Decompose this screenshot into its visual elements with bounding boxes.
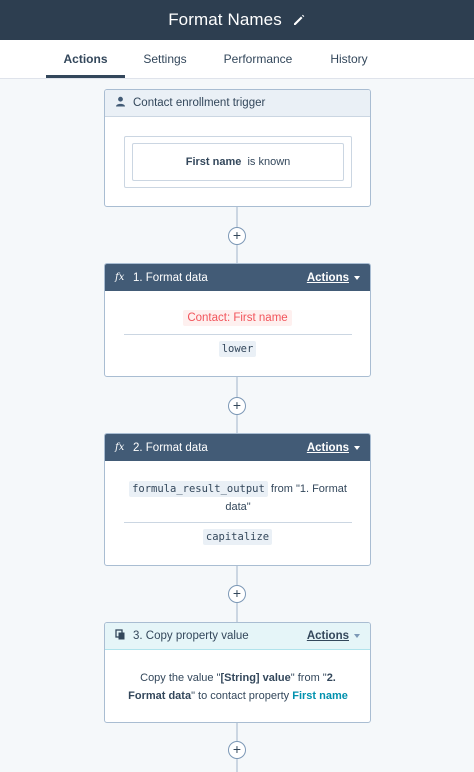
person-icon xyxy=(115,96,127,110)
operation-row: lower xyxy=(105,341,370,357)
actions-dropdown[interactable]: Actions xyxy=(307,272,349,284)
copy-icon xyxy=(115,629,127,643)
active-tab-indicator xyxy=(46,75,125,78)
trigger-title: Contact enrollment trigger xyxy=(133,97,266,109)
chevron-down-icon xyxy=(354,445,360,450)
action-card-format-data-1[interactable]: fx 1. Format data Actions Contact: First… xyxy=(104,263,371,377)
action-card-copy-property[interactable]: 3. Copy property value Actions Copy the … xyxy=(104,622,371,723)
chevron-down-icon xyxy=(354,275,360,280)
action-title: 2. Format data xyxy=(133,441,208,454)
tab-bar: Actions Settings Performance History xyxy=(0,40,474,79)
operation-formula: capitalize xyxy=(202,529,273,545)
target-property: First name xyxy=(292,690,348,702)
filter-property: First name xyxy=(185,156,242,168)
actions-dropdown[interactable]: Actions xyxy=(307,630,349,642)
action-card-header: fx 2. Format data Actions xyxy=(105,434,370,461)
add-action-button[interactable]: + xyxy=(228,741,246,759)
tab-history[interactable]: History xyxy=(316,40,382,78)
workflow-title: Format Names xyxy=(168,10,282,29)
tab-actions[interactable]: Actions xyxy=(46,40,125,78)
action-card-header: fx 1. Format data Actions xyxy=(105,264,370,291)
add-action-button[interactable]: + xyxy=(228,227,246,245)
divider xyxy=(124,334,352,335)
trigger-filter[interactable]: First name is known xyxy=(132,143,344,181)
chevron-down-icon xyxy=(354,634,360,638)
workflow-header: Format Names xyxy=(0,0,474,40)
trigger-filter-group: First name is known xyxy=(124,136,352,188)
add-action-button[interactable]: + xyxy=(228,397,246,415)
fx-icon: fx xyxy=(115,272,125,283)
tab-performance[interactable]: Performance xyxy=(212,40,304,78)
action-title: 3. Copy property value xyxy=(133,630,249,642)
add-action-button[interactable]: + xyxy=(228,585,246,603)
tab-settings[interactable]: Settings xyxy=(130,40,200,78)
enrollment-trigger-card[interactable]: Contact enrollment trigger First name is… xyxy=(104,89,371,207)
filter-condition: is known xyxy=(247,156,291,168)
input-token: formula_result_output xyxy=(129,481,268,497)
operation-row: capitalize xyxy=(105,529,370,545)
input-description: formula_result_output from "1. Format da… xyxy=(123,480,353,516)
trigger-card-header: Contact enrollment trigger xyxy=(105,90,370,117)
operation-formula: lower xyxy=(218,341,257,357)
input-property-token: Contact: First name xyxy=(105,310,370,326)
action-card-format-data-2[interactable]: fx 2. Format data Actions formula_result… xyxy=(104,433,371,566)
actions-dropdown[interactable]: Actions xyxy=(307,442,349,454)
action-card-header: 3. Copy property value Actions xyxy=(105,623,370,650)
fx-icon: fx xyxy=(115,442,125,453)
action-title: 1. Format data xyxy=(133,271,208,284)
copy-description: Copy the value "[String] value" from "2.… xyxy=(128,672,348,702)
divider xyxy=(124,522,352,523)
pencil-icon[interactable] xyxy=(292,13,306,27)
source-value: [String] value xyxy=(220,672,291,684)
